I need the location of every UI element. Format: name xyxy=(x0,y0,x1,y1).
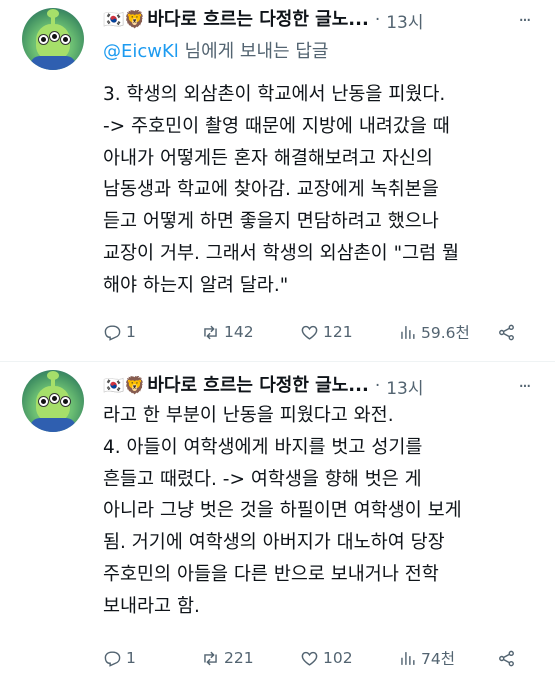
reply-button[interactable]: 1 xyxy=(103,320,136,344)
reply-to-label: @EicwKl 님에게 보내는 답글 xyxy=(103,40,328,64)
tweet[interactable]: 🇰🇷🦁 바다로 흐르는 다정한 글노... · 13시 ··· @EicwKl … xyxy=(0,0,555,362)
tweet-text-line: 아내가 어떻게든 혼자 해결해보려고 자신의 xyxy=(103,147,433,169)
heart-icon xyxy=(301,325,318,340)
author-name[interactable]: 바다로 흐르는 다정한 글노... xyxy=(147,375,368,397)
tweet-text-line: 됨. 거기에 여학생의 아버지가 대노하여 당장 xyxy=(103,532,445,554)
like-button[interactable]: 102 xyxy=(300,646,353,670)
author-name[interactable]: 바다로 흐르는 다정한 글노... xyxy=(147,9,368,31)
tweet-text-line: 아니라 그냥 벗은 것을 하필이면 여학생이 보게 xyxy=(103,500,462,522)
action-bar: 1 142 121 59.6천 xyxy=(103,320,543,344)
views-button[interactable]: 59.6천 xyxy=(398,320,470,344)
views-icon xyxy=(401,651,415,665)
like-button[interactable]: 121 xyxy=(300,320,353,344)
reply-to-suffix: 님에게 보내는 답글 xyxy=(178,41,329,62)
view-count: 59.6천 xyxy=(421,324,470,342)
action-bar: 1 221 102 74천 xyxy=(103,646,543,670)
tweet-text-line: 주호민의 아들을 다른 반으로 보내거나 전학 xyxy=(103,563,439,585)
share-icon xyxy=(499,324,514,340)
tweet-text-line: 듣고 어떻게 하면 좋을지 면담하려고 했으나 xyxy=(103,211,439,233)
author-emoji: 🇰🇷🦁 xyxy=(103,376,146,396)
share-button[interactable] xyxy=(497,320,520,344)
tweet-text: 라고 한 부분이 난동을 피웠다고 와전. 4. 아들이 여학생에게 바지를 벗… xyxy=(103,400,543,623)
more-options-icon[interactable]: ··· xyxy=(512,375,536,399)
retweet-button[interactable]: 221 xyxy=(201,646,254,670)
timestamp[interactable]: 13시 xyxy=(386,8,423,33)
tweet-text-line: 남동생과 학교에 찾아감. 교장에게 녹취본을 xyxy=(103,179,439,201)
reply-count: 1 xyxy=(126,323,136,341)
heart-icon xyxy=(301,651,318,666)
more-options-icon[interactable]: ··· xyxy=(512,9,536,33)
reply-count: 1 xyxy=(126,649,136,667)
like-count: 121 xyxy=(323,323,353,341)
tweet-text-line: 보내라고 함. xyxy=(103,595,200,617)
tweet-text-line: 흔들고 때렸다. -> 여학생을 향해 벗은 게 xyxy=(103,468,422,490)
like-count: 102 xyxy=(323,649,353,667)
share-icon xyxy=(499,650,514,666)
retweet-icon xyxy=(204,325,217,339)
tweet-text-line: 교장이 거부. 그래서 학생의 외삼촌이 "그럼 뭘 xyxy=(103,242,460,264)
retweet-button[interactable]: 142 xyxy=(201,320,254,344)
retweet-icon xyxy=(204,651,217,665)
tweet-header: 🇰🇷🦁 바다로 흐르는 다정한 글노... · 13시 xyxy=(103,8,424,33)
views-icon xyxy=(401,325,415,339)
reply-icon xyxy=(104,324,121,341)
retweet-count: 142 xyxy=(224,323,254,341)
reply-icon xyxy=(104,650,121,667)
tweet-text-line: -> 주호민이 촬영 때문에 지방에 내려갔을 때 xyxy=(103,115,450,137)
avatar[interactable] xyxy=(22,370,84,432)
view-count: 74천 xyxy=(421,650,455,668)
avatar[interactable] xyxy=(22,8,84,70)
separator-dot: · xyxy=(374,10,381,30)
reply-to-handle[interactable]: @EicwKl xyxy=(103,41,179,62)
retweet-count: 221 xyxy=(224,649,254,667)
tweet-text-line: 3. 학생의 외삼촌이 학교에서 난동을 피웠다. xyxy=(103,84,446,105)
views-button[interactable]: 74천 xyxy=(398,646,455,670)
tweet-text-line: 4. 아들이 여학생에게 바지를 벗고 성기를 xyxy=(103,436,423,458)
separator-dot: · xyxy=(374,376,381,396)
share-button[interactable] xyxy=(497,646,520,670)
author-emoji: 🇰🇷🦁 xyxy=(103,10,146,30)
timestamp[interactable]: 13시 xyxy=(386,374,423,399)
tweet-header: 🇰🇷🦁 바다로 흐르는 다정한 글노... · 13시 xyxy=(103,374,424,399)
tweet-text-line: 해야 하는지 알려 달라." xyxy=(103,274,289,296)
reply-button[interactable]: 1 xyxy=(103,646,136,670)
tweet-text-line: 라고 한 부분이 난동을 피웠다고 와전. xyxy=(103,405,394,426)
tweet-text: 3. 학생의 외삼촌이 학교에서 난동을 피웠다. -> 주호민이 촬영 때문에… xyxy=(103,79,543,302)
